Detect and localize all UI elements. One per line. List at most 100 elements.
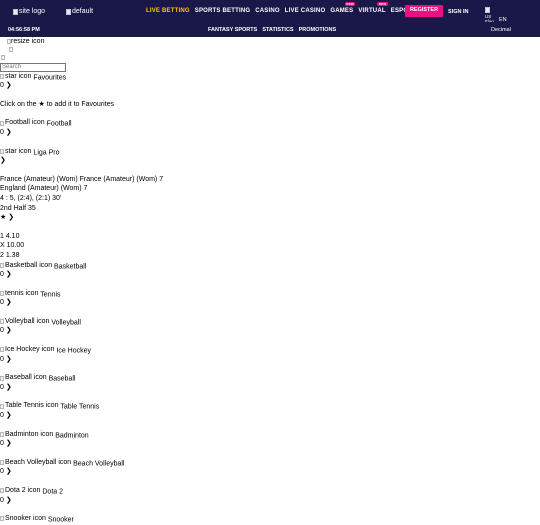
resize-handle[interactable]: resize icon [0, 37, 540, 47]
sport-count[interactable]: 0 ❯ [0, 298, 540, 308]
nav-promotions[interactable]: PROMOTIONS [299, 26, 337, 36]
icon-alt: Beach Volleyball icon [5, 458, 72, 466]
search-input[interactable] [0, 62, 66, 72]
nav-sports-betting[interactable]: SPORTS BETTING [195, 7, 250, 17]
sport-item-ice-hockey[interactable]: Ice Hockey icon Ice Hockey [0, 345, 540, 355]
sport-label: Tennis [40, 290, 61, 298]
ice-hockey-icon [0, 347, 4, 353]
sport-label: Beach Volleyball [73, 460, 125, 468]
site-logo[interactable]: site logo [13, 7, 45, 17]
league-liga-pro[interactable]: star icon Liga Pro [0, 147, 540, 157]
favourites-label: Favourites [33, 73, 67, 81]
broken-image-icon [13, 8, 18, 15]
nav-label: GAMES [330, 8, 354, 14]
match-period: 2nd Half 35 [0, 204, 36, 212]
sport-item-table-tennis[interactable]: Table Tennis icon Table Tennis [0, 401, 540, 411]
tennis-icon [0, 290, 4, 296]
match-score: 4 : 5, (2:4), (2:1) 30' [0, 194, 62, 202]
sport-item-baseball[interactable]: Baseball icon Baseball [0, 373, 540, 383]
sport-count[interactable]: 0 ❯ [0, 128, 540, 138]
sport-item-dota-2[interactable]: Dota 2 icon Dota 2 [0, 486, 540, 496]
baseball-icon [0, 375, 4, 381]
broken-image-icon [485, 7, 490, 13]
sport-count[interactable]: 0 ❯ [0, 270, 540, 280]
secondary-nav: FANTASY SPORTS STATISTICS PROMOTIONS [208, 26, 336, 36]
nav-casino[interactable]: CASINO [255, 7, 280, 17]
default-flag-alt: default [72, 8, 94, 15]
sport-label: Badminton [55, 431, 89, 439]
new-badge: new [377, 2, 388, 6]
odd-draw[interactable]: X 10.00 [0, 241, 540, 251]
nav-live-betting[interactable]: LIVE BETTING [146, 7, 190, 17]
broken-image-icon [1, 54, 5, 60]
icon-alt: Table Tennis icon [5, 402, 59, 410]
sign-in-button[interactable]: SIGN IN [448, 8, 468, 18]
league-arrow[interactable]: ❯ [0, 156, 540, 166]
icon-alt: Volleyball icon [5, 317, 50, 325]
league-label: Liga Pro [33, 148, 60, 156]
nav-label: CASINO [255, 8, 280, 14]
nav-statistics[interactable]: STATISTICS [262, 26, 293, 36]
sport-label: Ice Hockey [56, 347, 91, 355]
favourites-count[interactable]: 0 ❯ [0, 81, 540, 91]
nav-label: LIVE BETTING [146, 8, 190, 14]
resize-alt: resize icon [11, 38, 45, 45]
icon-alt: star icon [5, 72, 32, 80]
nav-virtual[interactable]: VIRTUAL new [358, 2, 388, 17]
sport-label: Snooker [47, 516, 74, 524]
sport-label: Volleyball [51, 319, 81, 327]
sport-count[interactable]: 0 ❯ [0, 355, 540, 365]
sport-label: Dota 2 [42, 488, 63, 496]
nav-label: VIRTUAL [358, 8, 386, 14]
sport-list: Basketball icon Basketball 0 ❯ tennis icon… [0, 261, 540, 524]
sport-item-football[interactable]: Football icon Football [0, 118, 540, 128]
match-away-team: England (Amateur) (Wom) 7 [0, 185, 88, 193]
top-header: site logo default LIVE BETTING SPORTS BE… [0, 0, 540, 29]
site-logo-alt: site logo [19, 8, 46, 15]
sport-item-badminton[interactable]: Badminton icon Badminton [0, 430, 540, 440]
broken-image-icon [66, 8, 71, 15]
sports-sidebar: resize icon star icon Favourites 0 ❯ Cli… [0, 37, 540, 524]
icon-alt: Dota 2 icon [5, 487, 41, 494]
match-item[interactable]: France (Amateur) (Wom) France (Amateur) … [0, 175, 540, 261]
icon-alt: tennis icon [5, 289, 39, 297]
star-icon [0, 148, 4, 154]
odds-format-select[interactable]: Decimal [491, 26, 511, 36]
football-icon [0, 120, 4, 126]
odd-away[interactable]: 2 1.38 [0, 251, 540, 261]
match-favourite-star[interactable]: ★ ❯ [0, 213, 540, 223]
badminton-icon [0, 431, 4, 437]
match-home-team: France (Amateur) (Wom) France (Amateur) … [0, 175, 164, 183]
basketball-icon [0, 262, 4, 268]
default-flag: default [66, 7, 93, 17]
sport-count[interactable]: 0 ❯ [0, 467, 540, 477]
odd-home[interactable]: 1 4.10 [0, 232, 540, 242]
icon-alt: Baseball icon [5, 374, 47, 382]
snooker-icon [0, 516, 4, 522]
sport-label: Football [46, 120, 72, 128]
sport-count[interactable]: 0 ❯ [0, 383, 540, 393]
broken-image-icon [9, 46, 13, 52]
sport-item-basketball[interactable]: Basketball icon Basketball [0, 261, 540, 271]
register-button[interactable]: REGISTER [405, 5, 443, 17]
nav-live-casino[interactable]: LIVE CASINO [285, 7, 326, 17]
new-badge: new [344, 2, 356, 6]
nav-fantasy-sports[interactable]: FANTASY SPORTS [208, 26, 257, 36]
icon-alt: Snooker icon [5, 515, 46, 523]
nav-games[interactable]: GAMES new [330, 2, 356, 17]
sport-count[interactable]: 0 ❯ [0, 439, 540, 449]
favourites-header[interactable]: star icon Favourites [0, 72, 540, 82]
sport-item-tennis[interactable]: tennis icon Tennis [0, 289, 540, 299]
nav-label: LIVE CASINO [284, 8, 326, 14]
sport-count[interactable]: 0 ❯ [0, 496, 540, 506]
sport-item-beach-volleyball[interactable]: Beach Volleyball icon Beach Volleyball [0, 458, 540, 468]
sport-item-volleyball[interactable]: Volleyball icon Volleyball [0, 317, 540, 327]
sport-item-snooker[interactable]: Snooker icon Snooker [0, 514, 540, 524]
main-nav: LIVE BETTING SPORTS BETTING CASINO LIVE … [146, 2, 421, 17]
star-icon [0, 73, 4, 79]
clock: 04:56:58 PM [8, 27, 40, 33]
sport-count[interactable]: 0 ❯ [0, 326, 540, 336]
icon-alt: Football icon [5, 119, 45, 127]
beach-volleyball-icon [0, 460, 4, 466]
sport-count[interactable]: 0 ❯ [0, 411, 540, 421]
